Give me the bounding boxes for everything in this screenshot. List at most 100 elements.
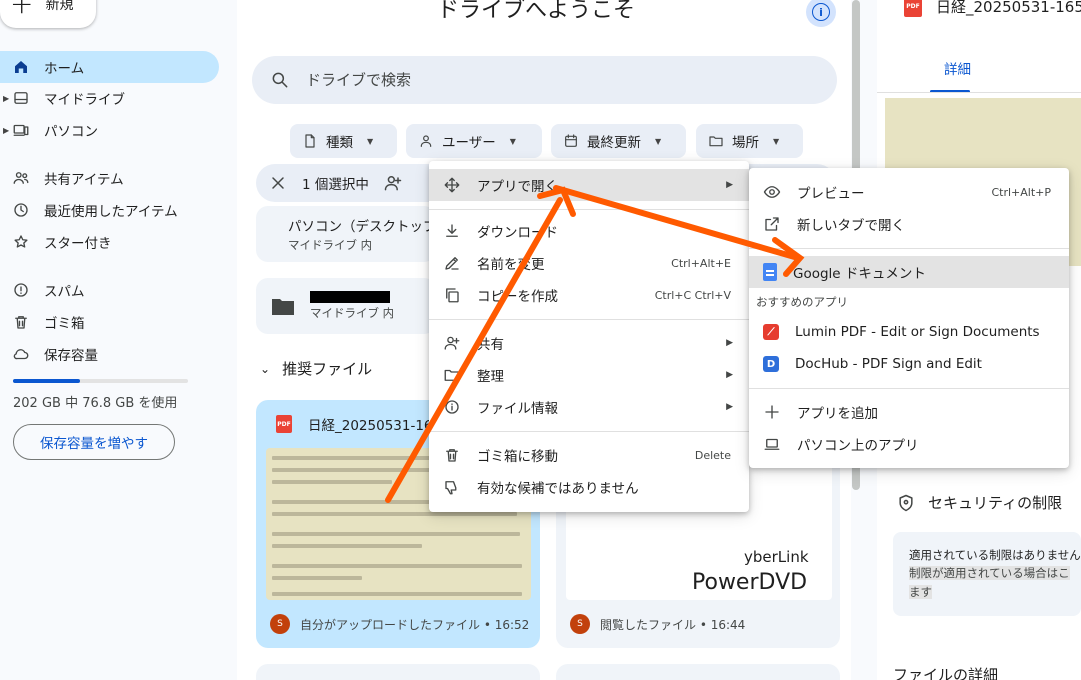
menu-item-make-copy[interactable]: コピーを作成 Ctrl+C Ctrl+V	[429, 279, 749, 311]
shortcut-label: Ctrl+Alt+E	[671, 256, 731, 270]
menu-item-label: 新しいタブで開く	[797, 218, 905, 234]
new-button[interactable]: + 新規	[0, 0, 96, 28]
search-bar[interactable]	[252, 56, 837, 104]
add-person-icon[interactable]	[383, 173, 403, 193]
folder-location: マイドライブ 内	[310, 306, 395, 320]
filter-people-chip[interactable]: ユーザー ▼	[406, 124, 542, 158]
menu-item-organize[interactable]: 整理 ▶	[429, 359, 749, 391]
menu-item-rename[interactable]: 名前を変更 Ctrl+Alt+E	[429, 247, 749, 279]
menu-item-share[interactable]: 共有 ▶	[429, 327, 749, 359]
menu-item-not-helpful[interactable]: 有効な候補ではありません	[429, 471, 749, 503]
shortcut-label: Delete	[694, 448, 731, 462]
menu-item-file-info[interactable]: ファイル情報 ▶	[429, 391, 749, 423]
folder-name: パソコン（デスクトップ）	[288, 219, 450, 235]
sidebar-item-spam[interactable]: スパム	[0, 274, 219, 306]
menu-item-label: 名前を変更	[477, 257, 545, 273]
divider	[749, 248, 1069, 249]
menu-item-computer-apps[interactable]: パソコン上のアプリ	[749, 428, 1069, 460]
storage-usage-text: 202 GB 中 76.8 GB を使用	[13, 396, 178, 411]
menu-item-move-to-trash[interactable]: ゴミ箱に移動 Delete	[429, 439, 749, 471]
filter-type-chip[interactable]: 種類 ▼	[290, 124, 397, 158]
menu-item-dochub[interactable]: D DocHub - PDF Sign and Edit	[749, 348, 1069, 380]
search-icon	[270, 70, 290, 90]
sidebar-item-my-drive[interactable]: ▶ マイドライブ	[0, 82, 219, 114]
chevron-down-icon: ▼	[367, 136, 374, 146]
avatar: S	[570, 614, 590, 634]
filter-location-chip[interactable]: 場所 ▼	[696, 124, 803, 158]
info-icon: i	[812, 3, 830, 21]
menu-item-open-new-tab[interactable]: 新しいタブで開く	[749, 208, 1069, 240]
file-meta: S 自分がアップロードしたファイル • 16:52	[270, 614, 529, 634]
menu-item-label: アプリで開く	[477, 179, 558, 195]
get-more-storage-button[interactable]: 保存容量を増やす	[13, 424, 175, 460]
sidebar-item-recent[interactable]: 最近使用したアイテム	[0, 194, 219, 226]
file-name: 日経_20250531-165	[308, 418, 442, 434]
file-card-title: PDF 日経_20250531-165	[276, 414, 441, 434]
search-input[interactable]	[306, 71, 786, 89]
menu-item-add-app[interactable]: アプリを追加	[749, 396, 1069, 428]
folder-card[interactable]: パソコン（デスクトップ） マイドライブ 内	[256, 206, 450, 262]
dochub-icon: D	[763, 356, 779, 372]
menu-item-label: 共有	[477, 337, 504, 353]
chip-label: 種類	[326, 135, 353, 151]
open-with-icon	[443, 176, 461, 194]
menu-item-lumin-pdf[interactable]: ⟋ Lumin PDF - Edit or Sign Documents	[749, 316, 1069, 348]
sidebar-item-home[interactable]: ホーム	[0, 51, 219, 83]
filter-modified-chip[interactable]: 最終更新 ▼	[551, 124, 686, 158]
menu-item-open-with[interactable]: アプリで開く ▶	[429, 169, 749, 201]
star-icon	[12, 233, 30, 251]
menu-item-label: プレビュー	[797, 186, 865, 202]
chevron-down-icon: ▼	[509, 136, 516, 146]
expand-icon[interactable]: ▶	[3, 94, 9, 103]
file-card[interactable]	[556, 664, 840, 680]
tab-details[interactable]: 詳細	[944, 58, 971, 78]
rename-icon	[443, 254, 461, 272]
sidebar-item-shared[interactable]: 共有アイテム	[0, 162, 219, 194]
menu-item-google-docs[interactable]: Google ドキュメント	[749, 256, 1069, 288]
trash-icon	[443, 446, 461, 464]
close-icon[interactable]	[268, 173, 288, 193]
sidebar-item-label: マイドライブ	[44, 92, 125, 108]
thumbnail-title: PowerDVD	[692, 570, 808, 595]
context-menu: アプリで開く ▶ ダウンロード 名前を変更 Ctrl+Alt+E コピーを作成 …	[429, 161, 749, 512]
sidebar-item-label: パソコン	[44, 124, 98, 140]
sidebar-item-label: スパム	[44, 284, 85, 300]
laptop-icon	[763, 435, 781, 453]
sidebar-item-label: スター付き	[44, 236, 112, 252]
file-meta: S 閲覧したファイル • 16:44	[570, 614, 745, 634]
divider	[429, 319, 749, 320]
lumin-pdf-icon: ⟋	[763, 324, 779, 340]
sidebar-item-computers[interactable]: ▶ パソコン	[0, 114, 219, 146]
chevron-right-icon: ▶	[726, 338, 733, 348]
info-icon	[443, 398, 461, 416]
folder-card[interactable]: マイドライブ 内	[256, 278, 436, 334]
chevron-right-icon: ▶	[726, 402, 733, 412]
file-meta-text: 自分がアップロードしたファイル • 16:52	[300, 617, 530, 632]
copy-icon	[443, 286, 461, 304]
menu-item-download[interactable]: ダウンロード	[429, 215, 749, 247]
menu-item-preview[interactable]: プレビュー Ctrl+Alt+P	[749, 176, 1069, 208]
thumb-down-icon	[443, 478, 461, 496]
expand-icon[interactable]: ▶	[3, 126, 9, 135]
avatar: S	[270, 614, 290, 634]
home-icon	[12, 58, 30, 76]
person-icon	[418, 133, 434, 149]
sidebar-item-trash[interactable]: ゴミ箱	[0, 306, 219, 338]
plus-icon: +	[10, 0, 34, 20]
thumbnail-text: yberLink	[744, 548, 809, 566]
sidebar-item-label: ゴミ箱	[44, 316, 85, 332]
sidebar-item-storage[interactable]: 保存容量	[0, 338, 219, 370]
computers-icon	[12, 121, 30, 139]
menu-item-label: アプリを追加	[797, 406, 878, 422]
spam-icon	[12, 281, 30, 299]
sidebar-item-starred[interactable]: スター付き	[0, 226, 219, 258]
menu-item-label: 整理	[477, 369, 504, 385]
menu-item-label: ファイル情報	[477, 401, 558, 417]
suggested-files-header[interactable]: ⌄ 推奨ファイル	[260, 358, 372, 379]
open-with-submenu: プレビュー Ctrl+Alt+P 新しいタブで開く Google ドキュメント …	[749, 168, 1069, 468]
menu-item-label: Google ドキュメント	[793, 266, 926, 282]
suggested-apps-header: おすすめのアプリ	[756, 295, 848, 309]
file-card[interactable]	[256, 664, 540, 680]
chevron-down-icon: ▼	[655, 136, 662, 146]
chip-label: ユーザー	[442, 135, 496, 151]
